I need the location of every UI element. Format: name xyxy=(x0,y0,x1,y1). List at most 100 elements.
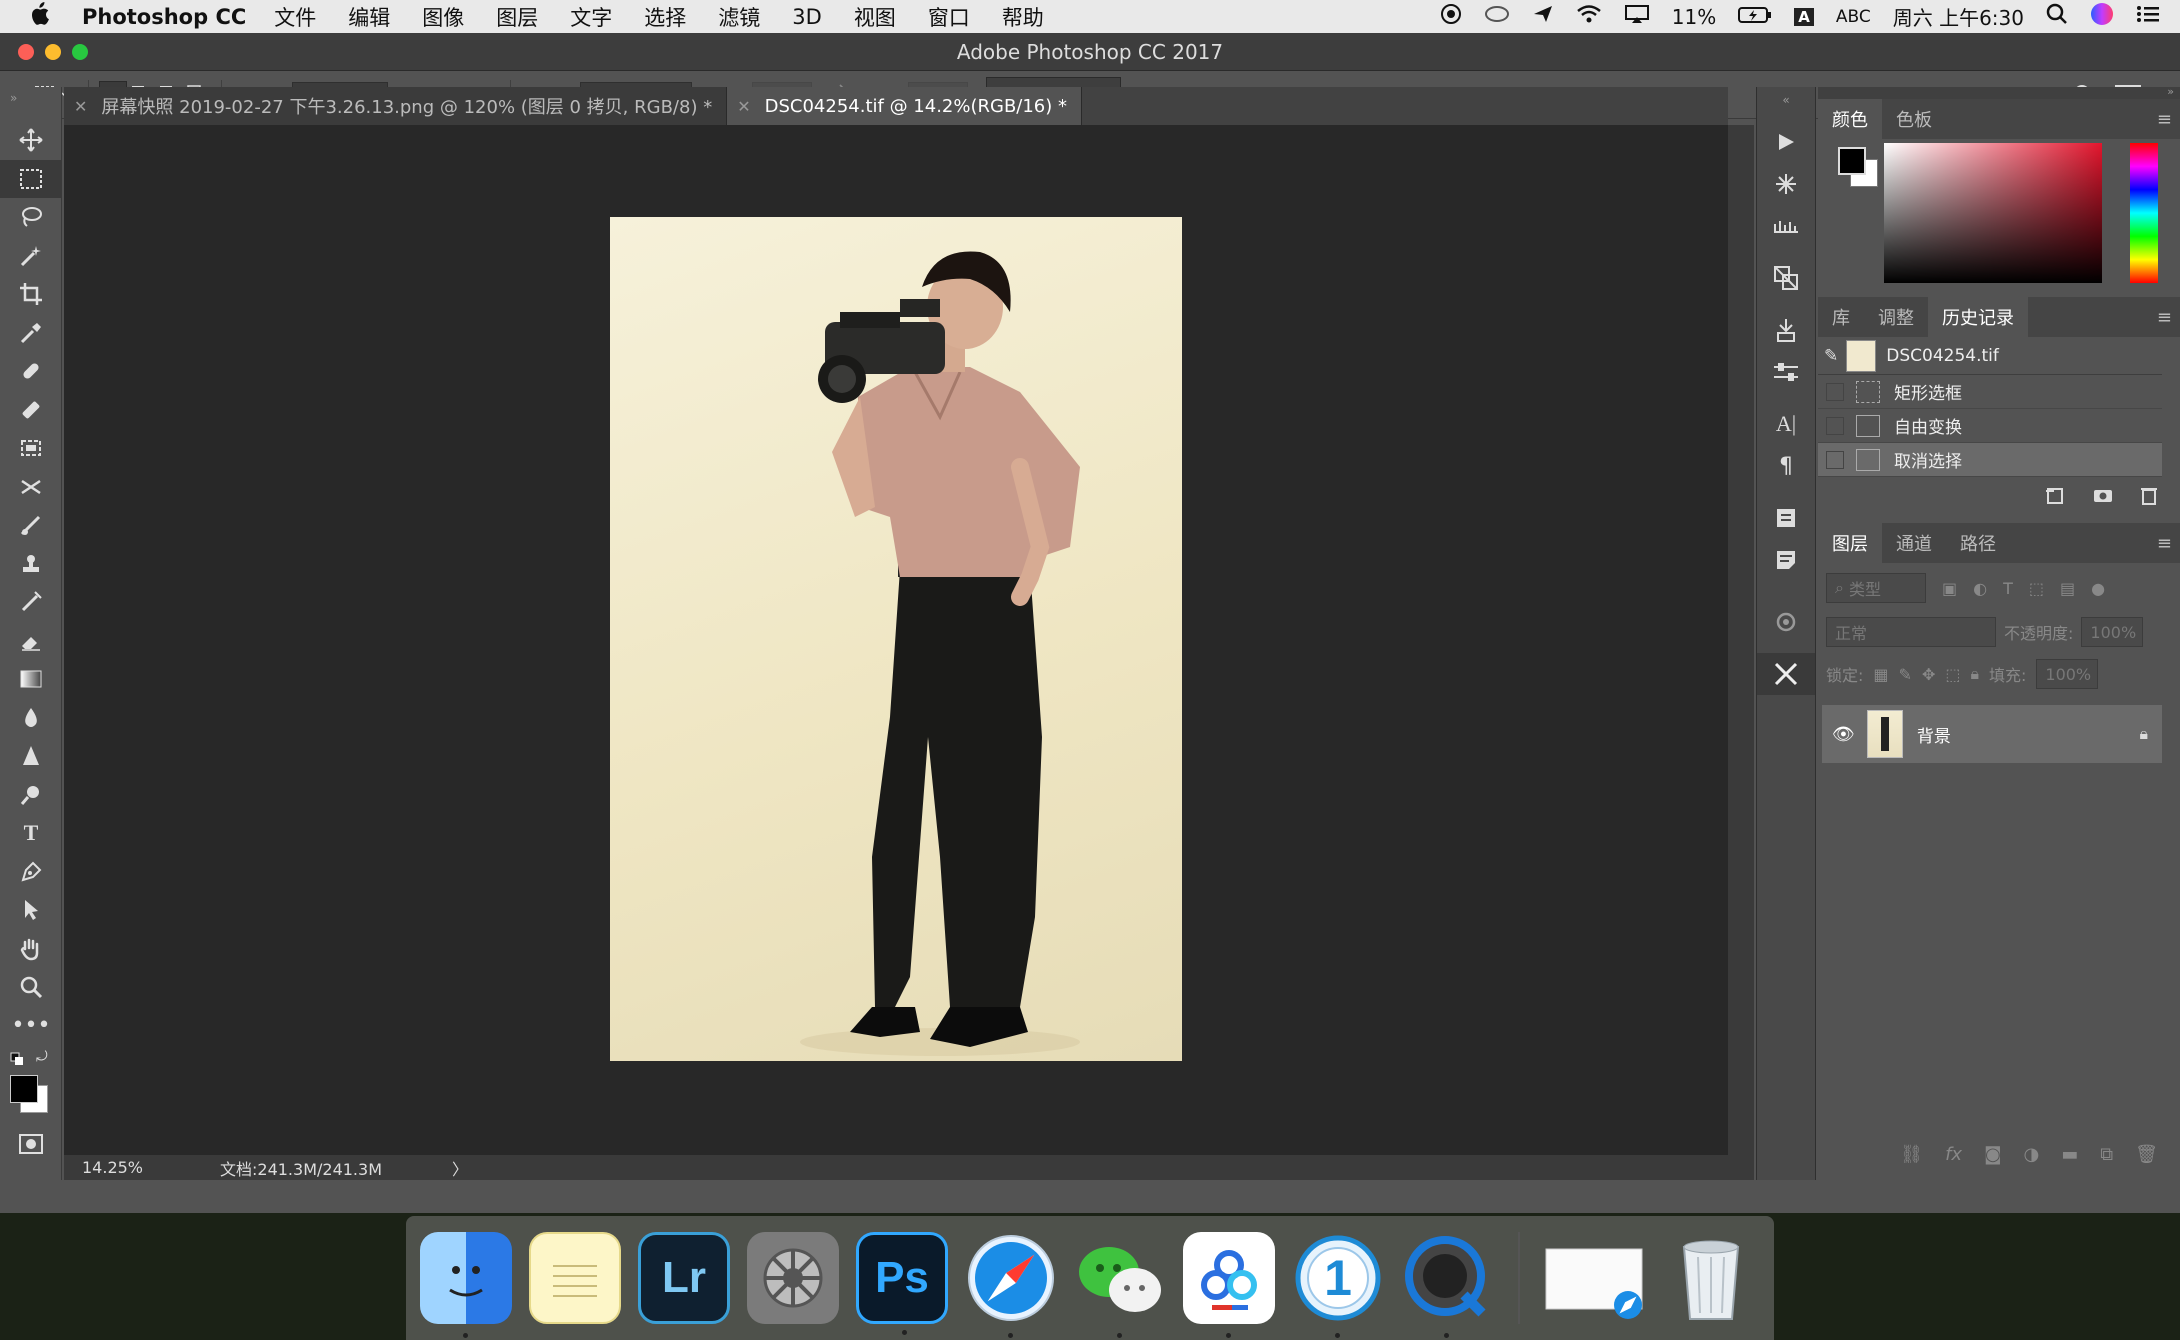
actions-icon[interactable] xyxy=(1757,121,1815,163)
path-selection-tool-icon[interactable] xyxy=(0,891,62,930)
menu-layer[interactable]: 图层 xyxy=(496,2,538,32)
tab-swatches[interactable]: 色板 xyxy=(1882,99,1946,139)
lock-artboard-icon[interactable]: ⬚ xyxy=(1945,665,1960,684)
tab-libraries[interactable]: 库 xyxy=(1818,297,1864,337)
more-tools-icon[interactable]: ••• xyxy=(0,1007,62,1046)
minimize-window-button[interactable] xyxy=(45,44,61,60)
foreground-color-swatch[interactable] xyxy=(10,1075,38,1103)
clone-stamp-tool-icon[interactable] xyxy=(0,429,62,468)
notification-center-icon[interactable] xyxy=(2136,4,2160,29)
rectangular-marquee-tool-icon[interactable] xyxy=(0,159,62,198)
clone-source-icon[interactable] xyxy=(1757,257,1815,299)
history-brush-checkbox[interactable] xyxy=(1826,450,1844,469)
send-icon[interactable] xyxy=(1532,4,1554,29)
foreground-color-chip[interactable] xyxy=(1838,147,1866,175)
fill-input[interactable]: 100% xyxy=(2036,659,2099,689)
sharpen-tool-icon[interactable] xyxy=(0,737,62,776)
status-menu-arrow[interactable]: 〉 xyxy=(452,1156,468,1180)
history-brush-checkbox[interactable] xyxy=(1826,382,1844,401)
brush-tool-icon[interactable] xyxy=(0,391,62,430)
stamp-tool-icon[interactable] xyxy=(0,545,62,584)
filter-smart-object-icon[interactable]: ▤ xyxy=(2060,579,2075,598)
trash-icon[interactable] xyxy=(1665,1232,1757,1324)
airplay-icon[interactable] xyxy=(1624,4,1650,29)
new-adjustment-layer-icon[interactable]: ◑ xyxy=(2024,1144,2040,1165)
close-tab-icon[interactable]: ✕ xyxy=(737,97,750,116)
clock[interactable]: 周六 上午6:30 xyxy=(1893,2,2024,31)
history-brush-source-icon[interactable]: ✎ xyxy=(1824,346,1838,366)
lock-transparent-icon[interactable]: ▦ xyxy=(1873,665,1888,684)
canvas-vertical-scrollbar[interactable] xyxy=(1728,125,1754,1155)
safari-app-icon[interactable] xyxy=(965,1232,1057,1338)
baidu-netdisk-app-icon[interactable] xyxy=(1183,1232,1275,1338)
wifi-icon[interactable] xyxy=(1576,4,1602,29)
panels-collapse-handle[interactable]: » xyxy=(1818,86,2180,99)
history-step-row[interactable]: 自由变换 xyxy=(1818,409,2162,443)
menu-help[interactable]: 帮助 xyxy=(1002,2,1044,32)
brushes-icon[interactable] xyxy=(1757,205,1815,247)
layer-filter-select[interactable]: ⌕ 类型 xyxy=(1826,573,1926,603)
healing-brush-tool-icon[interactable] xyxy=(0,352,62,391)
quicktime-app-icon[interactable] xyxy=(1401,1232,1493,1338)
battery-icon[interactable] xyxy=(1738,5,1772,29)
hand-tool-icon[interactable] xyxy=(0,930,62,969)
strip-collapse-handle[interactable]: « xyxy=(1757,87,1815,121)
tab-layers[interactable]: 图层 xyxy=(1818,523,1882,563)
menu-3d[interactable]: 3D xyxy=(792,5,822,29)
info-icon[interactable] xyxy=(1757,497,1815,539)
tool-tips-icon[interactable] xyxy=(1757,653,1815,695)
tool-presets-icon[interactable] xyxy=(1757,309,1815,351)
new-group-icon[interactable]: ▬ xyxy=(2061,1144,2078,1165)
new-document-from-state-icon[interactable] xyxy=(2044,485,2066,510)
menu-edit[interactable]: 编辑 xyxy=(348,2,390,32)
zoom-window-button[interactable] xyxy=(72,44,88,60)
quick-mask-icon[interactable] xyxy=(0,1125,62,1164)
screenshot-preview-icon[interactable] xyxy=(1538,1232,1648,1324)
new-snapshot-icon[interactable] xyxy=(2092,486,2114,509)
document-canvas[interactable] xyxy=(64,125,1728,1155)
apple-menu-icon[interactable] xyxy=(28,1,68,32)
panel-menu-icon[interactable]: ≡ xyxy=(2157,533,2172,554)
eye-visibility-icon[interactable]: 👁︎ xyxy=(1832,724,1855,745)
lightroom-app-icon[interactable]: Lr xyxy=(638,1232,730,1324)
app-name-menu[interactable]: Photoshop CC xyxy=(82,5,246,29)
filter-type-icon[interactable]: T xyxy=(2003,579,2013,598)
input-source-icon[interactable]: A xyxy=(1794,7,1814,26)
creative-cloud-icon[interactable] xyxy=(1484,4,1510,29)
layer-style-icon[interactable]: fx xyxy=(1945,1144,1962,1165)
menu-image[interactable]: 图像 xyxy=(422,2,464,32)
tab-color[interactable]: 颜色 xyxy=(1818,99,1882,139)
add-mask-icon[interactable]: ◙ xyxy=(1984,1144,2001,1165)
gradient-tool-icon[interactable] xyxy=(0,660,62,699)
notes-icon[interactable] xyxy=(1757,539,1815,581)
magic-wand-tool-icon[interactable] xyxy=(0,237,62,276)
tab-dsc04254[interactable]: ✕ DSC04254.tif @ 14.2%(RGB/16) * xyxy=(727,87,1083,125)
photo-image[interactable] xyxy=(610,217,1182,1061)
siri-icon[interactable] xyxy=(2090,2,2114,31)
properties-icon[interactable] xyxy=(1757,351,1815,393)
delete-state-icon[interactable] xyxy=(2140,485,2158,510)
3d-icon[interactable] xyxy=(1757,601,1815,643)
filter-shape-icon[interactable]: ⬚ xyxy=(2029,579,2044,598)
lasso-tool-icon[interactable] xyxy=(0,198,62,237)
blend-mode-select[interactable]: 正常 xyxy=(1826,617,1996,647)
tab-adjustments[interactable]: 调整 xyxy=(1864,297,1928,337)
eyedropper-tool-icon[interactable] xyxy=(0,314,62,353)
filter-pixel-icon[interactable]: ▣ xyxy=(1942,579,1957,598)
panel-menu-icon[interactable]: ≡ xyxy=(2157,307,2172,328)
lock-pixels-icon[interactable]: ✎ xyxy=(1899,665,1912,684)
tab-history[interactable]: 历史记录 xyxy=(1928,297,2028,337)
wechat-app-icon[interactable] xyxy=(1074,1232,1166,1338)
art-history-brush-icon[interactable] xyxy=(0,583,62,622)
finder-app-icon[interactable] xyxy=(420,1232,512,1338)
record-icon[interactable] xyxy=(1440,3,1462,30)
blur-tool-icon[interactable] xyxy=(0,699,62,738)
new-layer-icon[interactable]: ⧉ xyxy=(2100,1144,2113,1165)
spotlight-search-icon[interactable] xyxy=(2046,3,2068,30)
crop-tool-icon[interactable] xyxy=(0,275,62,314)
character-icon[interactable]: A| xyxy=(1757,403,1815,445)
tab-channels[interactable]: 通道 xyxy=(1882,523,1946,563)
zoom-tool-icon[interactable] xyxy=(0,968,62,1007)
default-colors-icon[interactable] xyxy=(10,1051,24,1070)
color-field[interactable] xyxy=(1884,143,2102,283)
